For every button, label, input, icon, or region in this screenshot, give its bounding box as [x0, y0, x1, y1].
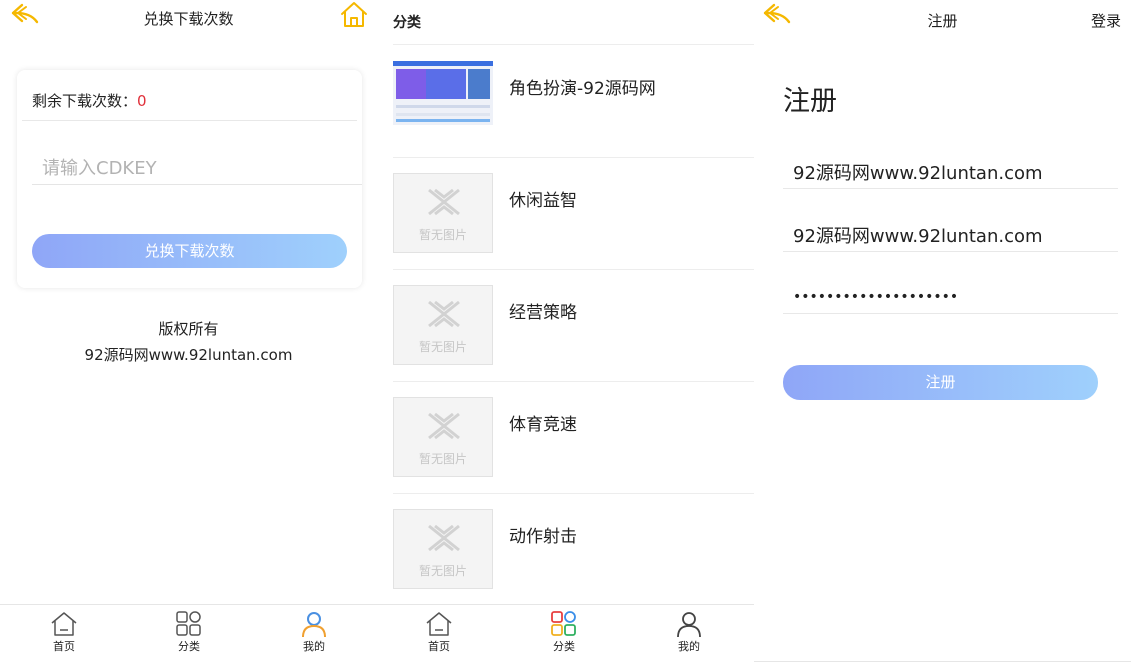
no-image-icon [428, 188, 460, 216]
category-screen: 分类 角色扮演-92源码网 暂无图片 休闲益智 暂无图片 经营策略 暂无图片 体… [377, 0, 754, 672]
tab-label: 分类 [178, 640, 200, 653]
exchange-button[interactable]: 兑换下载次数 [32, 234, 347, 268]
tab-mine[interactable]: 我的 [284, 611, 344, 654]
exchange-card: 剩余下载次数：0 兑换下载次数 [17, 70, 362, 288]
tab-label: 首页 [53, 640, 75, 653]
tab-label: 我的 [303, 640, 325, 653]
login-link[interactable]: 登录 [1091, 10, 1121, 31]
tab-mine[interactable]: 我的 [659, 611, 719, 654]
tab-bar: 首页 分类 我的 [0, 604, 377, 666]
home-icon[interactable] [339, 0, 369, 32]
cdkey-input[interactable] [32, 153, 362, 185]
category-item[interactable]: 暂无图片 经营策略 [393, 270, 754, 382]
category-thumbnail: 暂无图片 [393, 509, 493, 589]
grid-icon [551, 611, 576, 636]
copyright-line1: 版权所有 [158, 320, 219, 338]
remaining-count: 0 [137, 92, 147, 110]
remaining-label: 剩余下载次数： [32, 92, 138, 110]
divider [393, 44, 754, 45]
register-heading: 注册 [783, 86, 837, 117]
category-label: 角色扮演-92源码网 [509, 79, 656, 99]
category-thumbnail: 暂无图片 [393, 397, 493, 477]
category-item[interactable]: 暂无图片 动作射击 [393, 494, 754, 606]
category-item[interactable]: 暂无图片 休闲益智 [393, 158, 754, 270]
tab-home[interactable]: 首页 [409, 611, 469, 654]
category-thumbnail: 暂无图片 [393, 173, 493, 253]
tab-category[interactable]: 分类 [534, 611, 594, 654]
category-label: 休闲益智 [509, 191, 577, 211]
category-label: 经营策略 [509, 303, 577, 323]
home-icon [51, 612, 77, 636]
tab-label: 我的 [678, 640, 700, 653]
home-icon [426, 612, 452, 636]
divider [754, 661, 1131, 662]
exchange-screen: 兑换下载次数 剩余下载次数：0 兑换下载次数 版权所有 92源码网www.92l… [0, 0, 377, 672]
user-icon [677, 612, 701, 637]
tab-category[interactable]: 分类 [159, 611, 219, 654]
grid-icon [176, 611, 201, 636]
category-label: 动作射击 [509, 527, 577, 547]
category-label: 体育竞速 [509, 415, 577, 435]
category-item[interactable]: 角色扮演-92源码网 [393, 46, 754, 158]
copyright-line2: 92源码网www.92luntan.com [84, 346, 293, 364]
category-thumbnail [393, 61, 493, 141]
register-button[interactable]: 注册 [783, 365, 1098, 400]
username-field[interactable] [783, 156, 1118, 189]
divider [22, 120, 357, 121]
no-image-icon [428, 524, 460, 552]
no-image-text: 暂无图片 [418, 228, 467, 242]
tab-home[interactable]: 首页 [34, 611, 94, 654]
page-title: 分类 [393, 15, 421, 31]
page-title: 注册 [927, 12, 958, 30]
remaining-downloads: 剩余下载次数：0 [32, 90, 147, 111]
nickname-field[interactable] [783, 219, 1118, 252]
register-screen: 注册 登录 注册 注册 [754, 0, 1131, 672]
no-image-icon [428, 300, 460, 328]
category-item[interactable]: 暂无图片 体育竞速 [393, 382, 754, 494]
password-field[interactable] [783, 281, 1118, 314]
no-image-text: 暂无图片 [418, 564, 467, 578]
category-thumbnail: 暂无图片 [393, 285, 493, 365]
tab-label: 首页 [428, 640, 450, 653]
tab-bar: 首页 分类 我的 [377, 604, 754, 666]
no-image-text: 暂无图片 [418, 452, 467, 466]
page-title: 兑换下载次数 [143, 10, 234, 28]
no-image-icon [428, 412, 460, 440]
tab-label: 分类 [553, 640, 575, 653]
user-icon [302, 612, 326, 637]
no-image-text: 暂无图片 [418, 340, 467, 354]
